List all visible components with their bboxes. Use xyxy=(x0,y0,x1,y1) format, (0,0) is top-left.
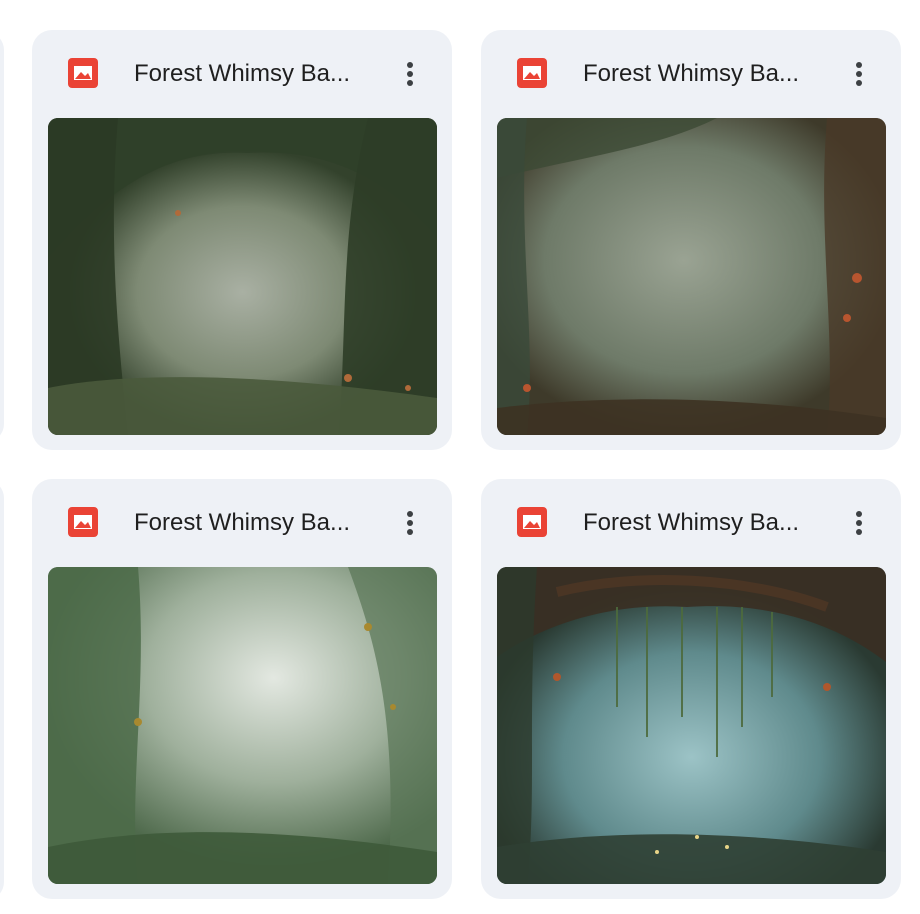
image-file-icon xyxy=(517,507,547,537)
file-title: Forest Whimsy Ba... xyxy=(583,60,800,87)
more-vert-icon[interactable] xyxy=(839,54,879,94)
file-card[interactable]: Forest Whimsy Ba... xyxy=(481,479,901,899)
partial-card-left-row-1[interactable] xyxy=(0,32,4,442)
image-file-icon xyxy=(68,58,98,88)
file-card-header: Forest Whimsy Ba... xyxy=(32,30,452,118)
image-file-icon xyxy=(68,507,98,537)
image-file-icon xyxy=(517,58,547,88)
file-card[interactable]: Forest Whimsy Ba... xyxy=(481,30,901,450)
more-vert-icon[interactable] xyxy=(839,503,879,543)
file-card[interactable]: Forest Whimsy Ba... xyxy=(32,30,452,450)
more-vert-icon[interactable] xyxy=(390,54,430,94)
more-vert-icon[interactable] xyxy=(390,503,430,543)
file-card-header: Forest Whimsy Ba... xyxy=(481,479,901,567)
file-title: Forest Whimsy Ba... xyxy=(583,509,800,536)
file-thumbnail[interactable] xyxy=(497,567,886,884)
file-thumbnail[interactable] xyxy=(48,567,437,884)
file-thumbnail[interactable] xyxy=(497,118,886,435)
file-card-header: Forest Whimsy Ba... xyxy=(481,30,901,118)
file-title: Forest Whimsy Ba... xyxy=(134,509,351,536)
file-thumbnail[interactable] xyxy=(48,118,437,435)
partial-card-left-row-2[interactable] xyxy=(0,480,4,900)
file-title: Forest Whimsy Ba... xyxy=(134,60,351,87)
file-card[interactable]: Forest Whimsy Ba... xyxy=(32,479,452,899)
file-card-header: Forest Whimsy Ba... xyxy=(32,479,452,567)
